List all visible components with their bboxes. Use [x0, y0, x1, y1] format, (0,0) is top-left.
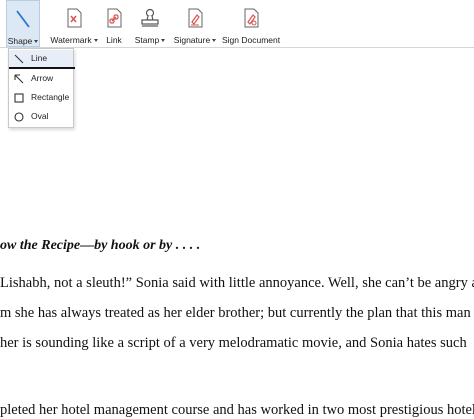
text-line: Lishabh, not a sleuth!” Sonia said with … [0, 275, 474, 291]
chevron-down-icon [212, 39, 217, 42]
chevron-down-icon [93, 39, 98, 42]
menu-item-rectangle[interactable]: Rectangle [9, 89, 73, 107]
shape-dropdown-menu: Line Arrow Rectangle Oval [8, 48, 75, 128]
link-label: Link [106, 35, 122, 45]
rectangle-icon [14, 93, 24, 103]
sign-document-button[interactable]: Sign Document [222, 0, 280, 47]
line-icon [14, 54, 24, 64]
menu-item-label: Oval [31, 111, 49, 121]
shape-button[interactable]: Shape [6, 0, 40, 47]
stamp-label: Stamp [134, 35, 160, 45]
selection-underline [9, 67, 75, 69]
chevron-down-icon [34, 40, 39, 43]
watermark-label: Watermark [50, 35, 92, 45]
link-button[interactable]: Link [102, 0, 126, 47]
shape-line-icon [16, 10, 30, 28]
menu-item-label: Arrow [31, 73, 54, 83]
link-icon [107, 8, 122, 28]
signature-icon [188, 8, 203, 28]
arrow-icon [14, 74, 24, 84]
menu-item-arrow[interactable]: Arrow [9, 70, 73, 88]
shape-label: Shape [7, 36, 33, 46]
watermark-button[interactable]: Watermark [50, 0, 98, 47]
ribbon-toolbar: Shape Watermark Link Stamp Signature Sig… [0, 0, 474, 48]
signature-button[interactable]: Signature [172, 0, 218, 47]
text-line: pleted her hotel management course and h… [0, 402, 474, 418]
sign-document-icon [244, 8, 259, 28]
text-line: her is sounding like a script of a very … [0, 335, 467, 351]
stamp-icon [141, 8, 159, 27]
document-heading: ow the Recipe—by hook or by . . . . [0, 238, 201, 253]
watermark-icon [67, 8, 82, 28]
oval-icon [14, 112, 24, 122]
menu-item-oval[interactable]: Oval [9, 108, 73, 126]
signature-label: Signature [173, 35, 211, 45]
menu-item-line[interactable]: Line [9, 50, 73, 68]
stamp-button[interactable]: Stamp [134, 0, 166, 47]
sign-document-label: Sign Document [222, 35, 281, 45]
menu-item-label: Line [31, 53, 48, 63]
text-line: m she has always treated as her elder br… [0, 305, 471, 321]
chevron-down-icon [161, 39, 166, 42]
menu-item-label: Rectangle [31, 92, 70, 102]
